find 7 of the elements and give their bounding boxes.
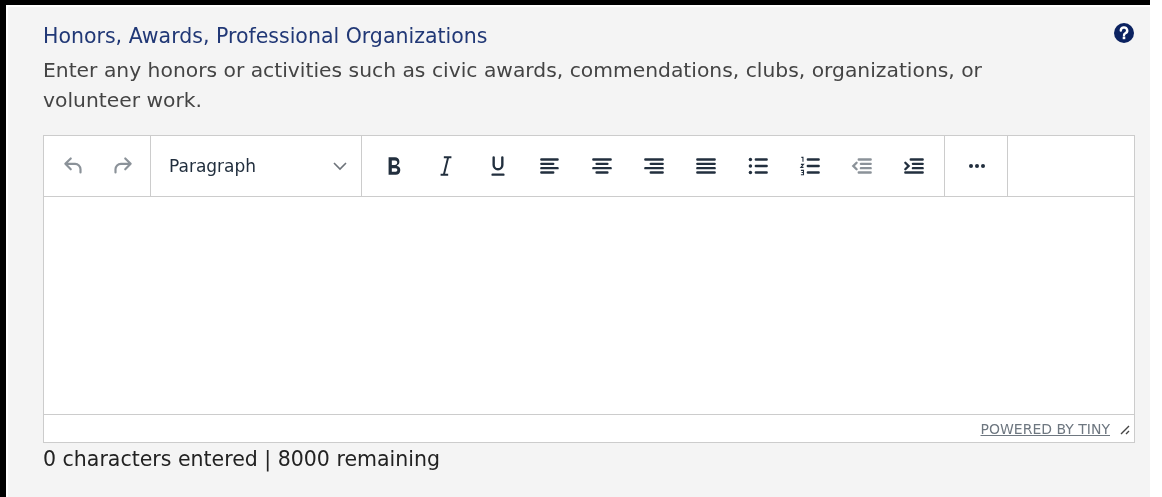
character-counter: 0 characters entered | 8000 remaining	[43, 447, 441, 471]
field-label: Honors, Awards, Professional Organizations	[43, 24, 488, 48]
block-format-dropdown[interactable]: Paragraph	[157, 146, 357, 186]
help-icon[interactable]	[1114, 23, 1134, 43]
field-description: Enter any honors or activities such as civic awards, commendations, clubs, organizations, or volunteer work.	[43, 57, 983, 114]
chevron-down-icon	[333, 161, 347, 171]
powered-by-link[interactable]: POWERED BY TINY	[980, 420, 1110, 437]
